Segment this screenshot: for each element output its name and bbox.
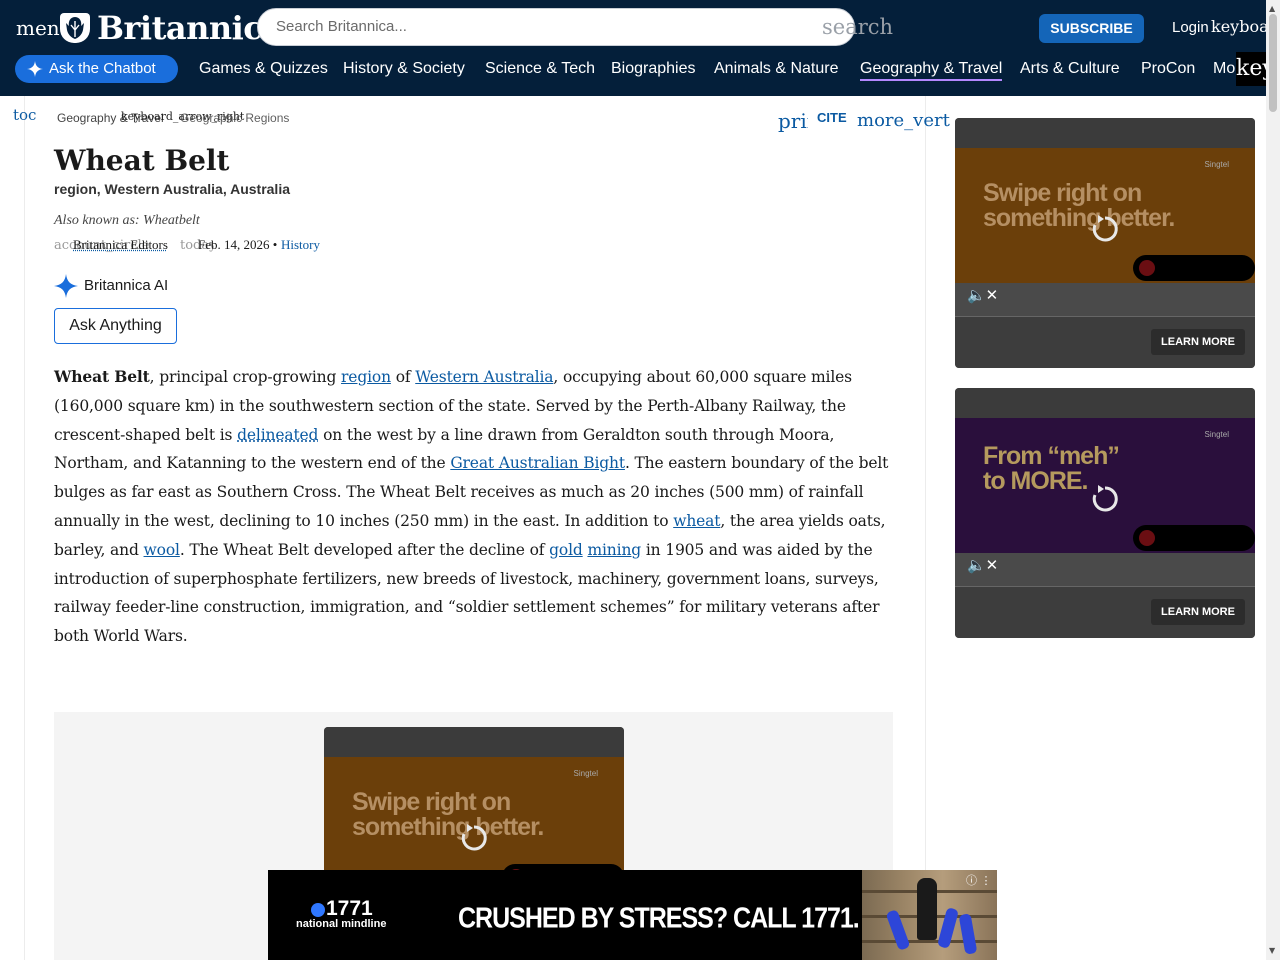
ad-top-band	[955, 118, 1255, 148]
ad-brand: Singtel	[573, 769, 598, 778]
more-options-icon[interactable]: more_vert	[857, 110, 950, 131]
link-wheat[interactable]: wheat	[673, 512, 720, 530]
ad-headline-line1: From “meh”	[983, 442, 1120, 470]
mute-icon[interactable]: 🔈✕	[967, 556, 998, 574]
ad-top-band	[955, 388, 1255, 418]
ad-info-icon[interactable]: ⓘ ⋮	[966, 872, 992, 888]
article-body: Wheat Belt, principal crop-growing regio…	[54, 363, 894, 651]
ad-top-band	[324, 727, 624, 757]
mute-icon[interactable]: 🔈✕	[967, 286, 998, 304]
learn-more-button[interactable]: LEARN MORE	[1151, 599, 1245, 625]
nav-history-society[interactable]: History & Society	[343, 60, 465, 78]
sidebar-video-ad-1[interactable]: Singtel Swipe right on something better.…	[955, 118, 1255, 368]
also-known-as: Also known as: Wheatbelt	[54, 213, 200, 228]
login-link[interactable]: Login	[1172, 19, 1209, 36]
ad-footer: LEARN MORE	[955, 316, 1255, 368]
article-title: Wheat Belt	[54, 144, 230, 177]
learn-more-button[interactable]: LEARN MORE	[1151, 329, 1245, 355]
menu-icon[interactable]: menu	[16, 16, 60, 40]
ask-anything-button[interactable]: Ask Anything	[54, 308, 177, 344]
replay-icon[interactable]	[1088, 482, 1122, 516]
date-text: Feb. 14, 2026	[198, 237, 270, 252]
ask-chatbot-button[interactable]: Ask the Chatbot	[15, 55, 178, 83]
nav-geography-travel[interactable]: Geography & Travel	[860, 60, 1003, 81]
link-western-australia[interactable]: Western Australia	[415, 368, 553, 386]
nav-games-quizzes[interactable]: Games & Quizzes	[199, 60, 328, 78]
ad-headline-line1: Swipe right on	[983, 179, 1142, 207]
scroll-down-arrow-icon[interactable]: ▼	[1269, 946, 1275, 955]
login-dropdown-icon[interactable]: keyboard_arrow_down	[1211, 17, 1267, 36]
ad-progress-bar	[1133, 525, 1255, 551]
banner-sub: national mindline	[296, 918, 387, 930]
ad-brand: Singtel	[1204, 160, 1229, 169]
nav-biographies[interactable]: Biographies	[611, 60, 696, 78]
link-mining[interactable]: mining	[587, 541, 641, 559]
ad-progress-bar	[1133, 255, 1255, 281]
ad-headline-line1: Swipe right on	[352, 788, 511, 816]
table-of-contents-icon[interactable]: toc	[13, 106, 36, 124]
article-subtitle: region, Western Australia, Australia	[54, 181, 290, 197]
scroll-thumb[interactable]	[1269, 14, 1277, 112]
search-bar	[257, 8, 855, 46]
article-history-link[interactable]: History	[281, 237, 320, 253]
replay-icon[interactable]	[1088, 212, 1122, 246]
link-gold[interactable]: gold	[549, 541, 583, 559]
ad-headline-line2: something better.	[352, 813, 544, 841]
ad-footer: LEARN MORE	[955, 586, 1255, 638]
body-text-7: . The Wheat Belt developed after the dec…	[179, 540, 550, 559]
search-input[interactable]	[274, 17, 778, 36]
breadcrumb-geographic-regions[interactable]: Geographic Regions	[180, 111, 289, 125]
authors-link[interactable]: Britannica Editors	[73, 237, 168, 253]
ad-brand: Singtel	[1204, 430, 1229, 439]
britannica-ai-star-icon	[54, 274, 78, 298]
nav-animals-nature[interactable]: Animals & Nature	[714, 60, 839, 78]
britannica-ai-label: Britannica AI	[84, 277, 169, 294]
nav-science-tech[interactable]: Science & Tech	[485, 60, 595, 78]
top-header: menu Britannica search SUBSCRIBE Login k…	[0, 0, 1280, 96]
mindline-logo-icon	[311, 903, 325, 917]
link-region[interactable]: region	[341, 368, 391, 386]
article-date: Feb. 14, 2026 •	[198, 237, 277, 253]
link-wool[interactable]: wool	[144, 541, 180, 559]
bottom-banner-ad[interactable]: 1771 national mindline CRUSHED BY STRESS…	[268, 870, 997, 960]
link-great-australian-bight[interactable]: Great Australian Bight	[450, 454, 625, 472]
chatbot-label: Ask the Chatbot	[49, 60, 156, 77]
print-icon[interactable]: print	[778, 109, 808, 133]
ad-headline-line2: something better.	[983, 204, 1175, 232]
page-scrollbar[interactable]: ▲ ▼	[1266, 0, 1280, 960]
sidebar-video-ad-2[interactable]: Singtel From “meh” to MORE. 🔈✕ LEARN MOR…	[955, 388, 1255, 638]
nav-money[interactable]: Money	[1213, 60, 1235, 78]
sparkle-icon	[27, 61, 43, 77]
bold-term: Wheat Belt	[54, 367, 150, 386]
link-delineated[interactable]: delineated	[237, 426, 318, 444]
nav-scroll-right-icon[interactable]: keyboard_arrow_right	[1236, 52, 1266, 86]
body-text-1: , principal crop-growing	[149, 368, 342, 386]
nav-arts-culture[interactable]: Arts & Culture	[1020, 60, 1120, 78]
body-text-2: of	[390, 368, 416, 386]
subscribe-button[interactable]: SUBSCRIBE	[1039, 14, 1144, 43]
search-icon[interactable]: search	[822, 15, 893, 39]
bullet-separator: •	[272, 237, 278, 252]
britannica-logo-text[interactable]: Britannica	[97, 9, 283, 47]
nav-procon[interactable]: ProCon	[1141, 60, 1195, 78]
scroll-up-arrow-icon[interactable]: ▲	[1269, 4, 1275, 13]
banner-headline: CRUSHED BY STRESS? CALL 1771.	[458, 902, 860, 935]
britannica-thistle-logo-icon[interactable]	[60, 13, 90, 43]
cite-button[interactable]: CITE	[817, 110, 847, 125]
ad-headline-line2: to MORE.	[983, 467, 1088, 495]
replay-icon[interactable]	[457, 821, 491, 855]
